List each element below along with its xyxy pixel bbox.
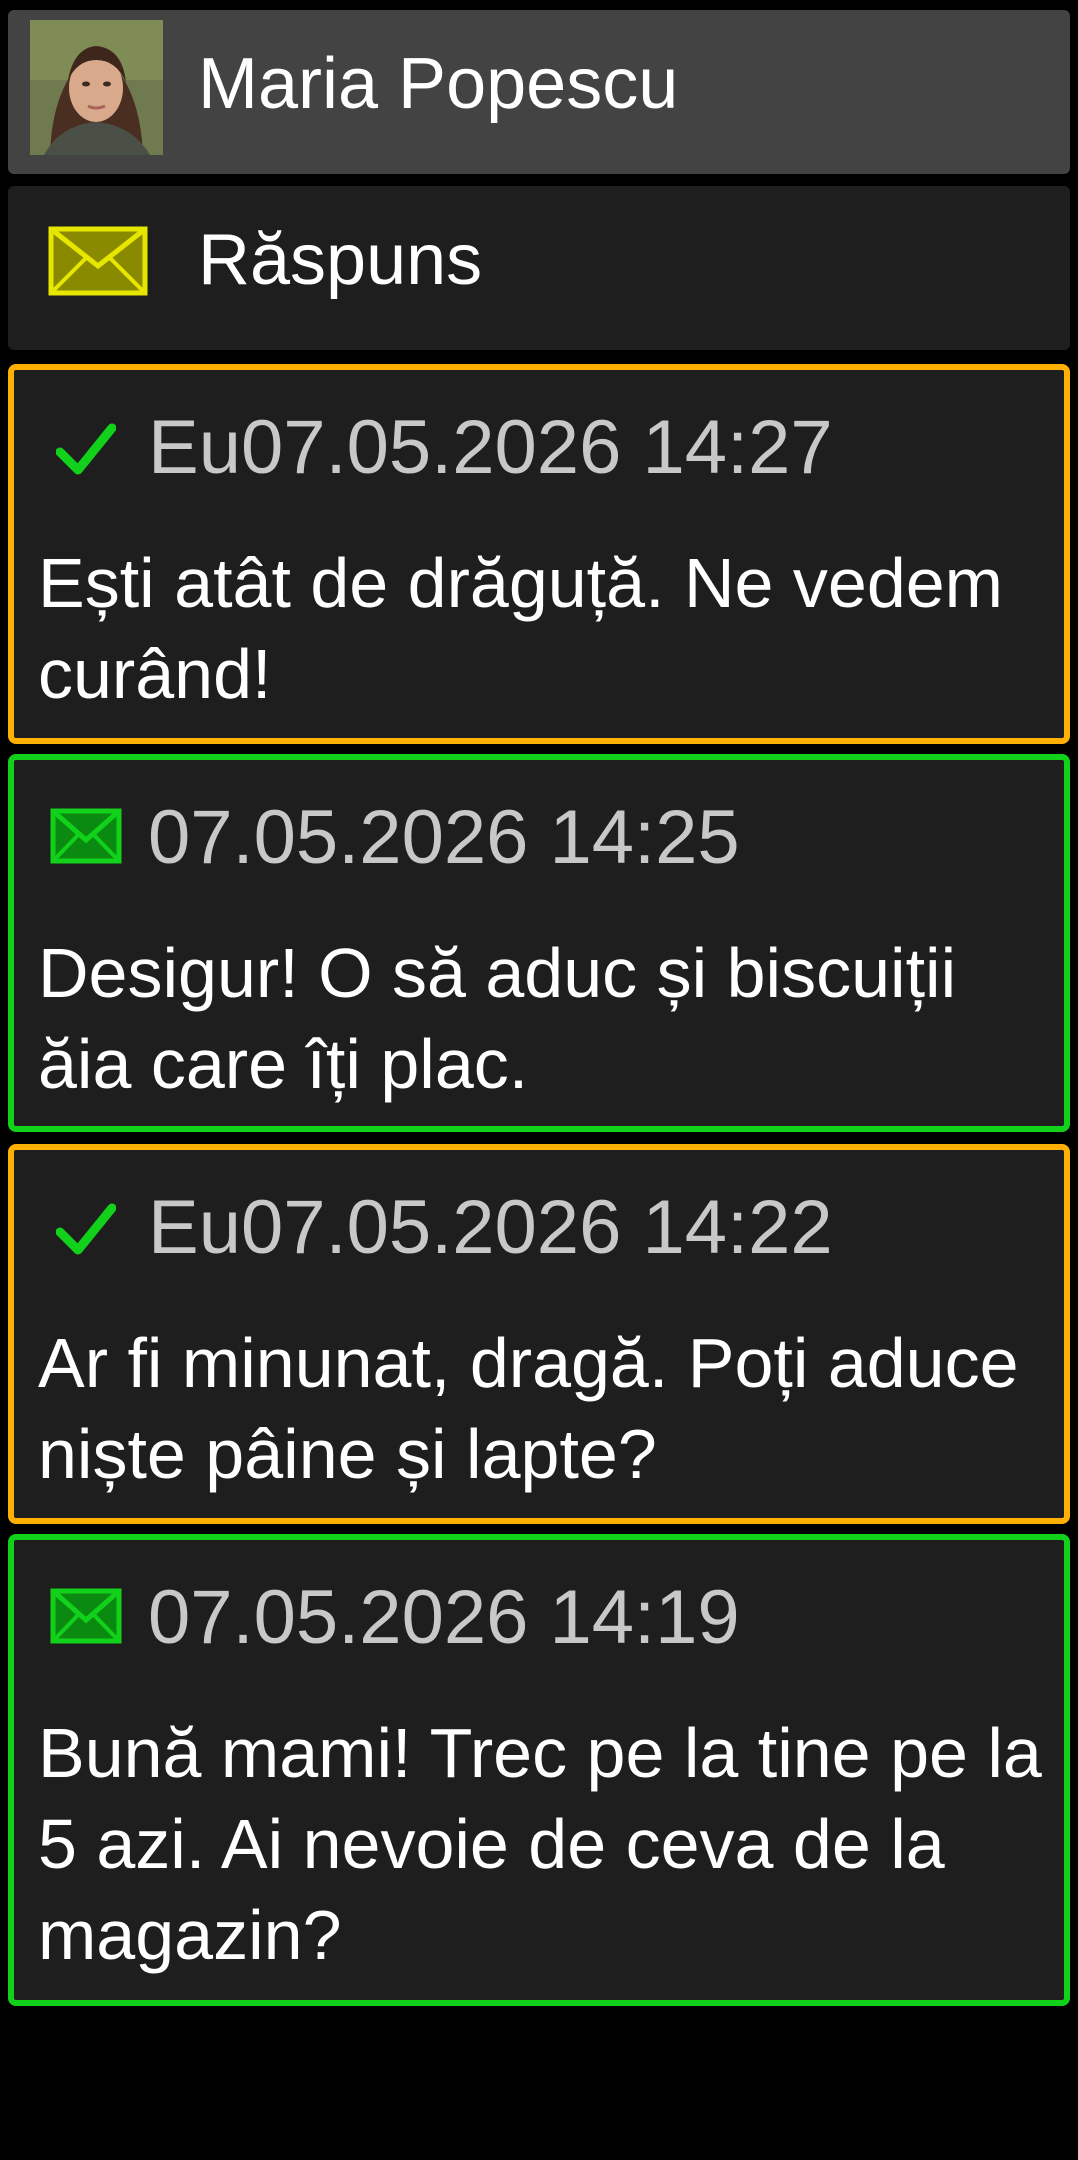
avatar-photo-icon xyxy=(30,20,163,155)
reply-label: Răspuns xyxy=(198,220,483,300)
envelope-icon xyxy=(50,808,122,864)
contact-avatar xyxy=(30,20,163,155)
message-sender: Eu xyxy=(148,1185,241,1270)
message-time: 07.05.2026 14:27 xyxy=(240,405,833,490)
message-timestamp: Eu07.05.2026 14:27 xyxy=(148,410,833,486)
message-header: 07.05.2026 14:19 xyxy=(14,1540,1064,1690)
message-header: Eu07.05.2026 14:27 xyxy=(14,370,1064,520)
envelope-icon xyxy=(48,226,148,296)
contact-header[interactable]: Maria Popescu xyxy=(8,10,1070,174)
message-header: Eu07.05.2026 14:22 xyxy=(14,1150,1064,1300)
checkmark-icon xyxy=(56,1203,116,1255)
message-text: Desigur! O să aduc și biscuiții ăia care… xyxy=(38,934,957,1103)
message-timestamp: 07.05.2026 14:19 xyxy=(148,1580,740,1656)
message-text: Ești atât de drăguță. Ne vedem curând! xyxy=(38,544,1003,713)
message-header: 07.05.2026 14:25 xyxy=(14,760,1064,910)
message-item[interactable]: 07.05.2026 14:19 Bună mami! Trec pe la t… xyxy=(8,1534,1070,2006)
message-item[interactable]: Eu07.05.2026 14:27 Ești atât de drăguță.… xyxy=(8,364,1070,744)
message-text: Ar fi minunat, dragă. Poți aduce niște p… xyxy=(38,1324,1019,1493)
message-time: 07.05.2026 14:22 xyxy=(240,1185,833,1270)
envelope-icon xyxy=(50,1588,122,1644)
message-timestamp: 07.05.2026 14:25 xyxy=(148,800,740,876)
message-item[interactable]: Eu07.05.2026 14:22 Ar fi minunat, dragă.… xyxy=(8,1144,1070,1524)
message-text: Bună mami! Trec pe la tine pe la 5 azi. … xyxy=(38,1714,1042,1974)
message-sender: Eu xyxy=(148,405,241,490)
message-time: 07.05.2026 14:25 xyxy=(148,795,740,880)
checkmark-icon xyxy=(56,423,116,475)
message-item[interactable]: 07.05.2026 14:25 Desigur! O să aduc și b… xyxy=(8,754,1070,1132)
contact-name: Maria Popescu xyxy=(198,44,679,124)
message-timestamp: Eu07.05.2026 14:22 xyxy=(148,1190,833,1266)
reply-button[interactable]: Răspuns xyxy=(8,186,1070,350)
message-time: 07.05.2026 14:19 xyxy=(148,1575,740,1660)
